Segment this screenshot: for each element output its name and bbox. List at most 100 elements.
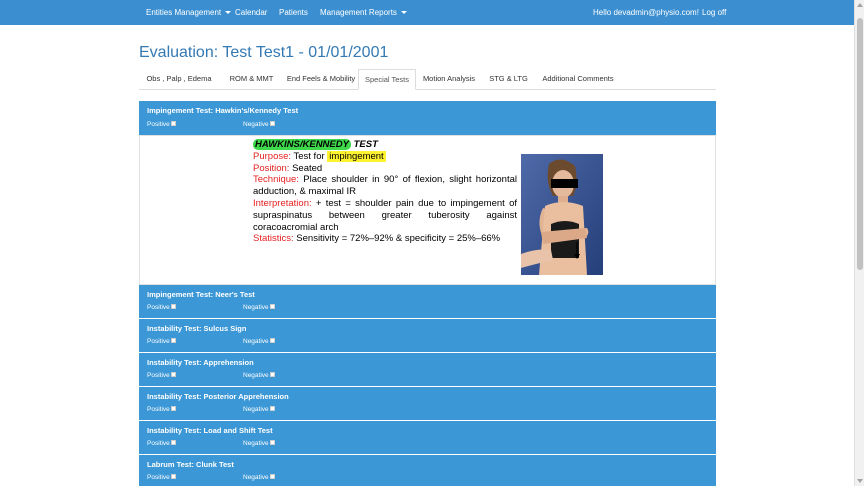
negative-checkbox[interactable] bbox=[269, 338, 275, 343]
positive-label: Positive bbox=[147, 304, 170, 311]
test-panel-clunk: Labrum Test: Clunk Test Positive Negativ… bbox=[139, 455, 716, 486]
negative-option: Negative bbox=[243, 474, 275, 481]
chevron-down-icon bbox=[400, 11, 407, 15]
card-purpose: Purpose: Test for impingement bbox=[253, 150, 517, 163]
negative-label: Negative bbox=[243, 440, 269, 447]
negative-option: Negative bbox=[243, 440, 275, 447]
negative-label: Negative bbox=[243, 474, 269, 481]
evaluation-tabs: Obs , Palp , Edema ROM & MMT End Feels &… bbox=[139, 69, 716, 90]
negative-checkbox[interactable] bbox=[269, 406, 275, 411]
card-statistics: Statistics: Sensitivity = 72%–92% & spec… bbox=[253, 233, 517, 245]
positive-option: Positive bbox=[147, 474, 176, 481]
tab-obs-palp-edema[interactable]: Obs , Palp , Edema bbox=[139, 69, 219, 90]
nav-entities-management[interactable]: Entities Management bbox=[146, 0, 232, 25]
negative-checkbox[interactable] bbox=[269, 121, 275, 126]
negative-checkbox[interactable] bbox=[269, 372, 275, 377]
test-panel-posterior-apprehension: Instability Test: Posterior Apprehension… bbox=[139, 387, 716, 420]
test-title: Impingement Test: Hawkin's/Kennedy Test bbox=[147, 106, 299, 115]
test-title: Instability Test: Apprehension bbox=[147, 358, 254, 367]
top-navbar: Entities Management Calendar Patients Ma… bbox=[0, 0, 854, 25]
test-title: Labrum Test: Clunk Test bbox=[147, 460, 234, 469]
positive-checkbox[interactable] bbox=[170, 372, 176, 377]
card-title-highlight: HAWKINS/KENNEDY bbox=[253, 139, 351, 150]
scroll-down-arrow-icon[interactable] bbox=[857, 479, 863, 483]
position-text: Seated bbox=[292, 162, 323, 174]
card-title-rest: TEST bbox=[353, 139, 378, 150]
negative-label: Negative bbox=[243, 121, 269, 128]
negative-label: Negative bbox=[243, 372, 269, 379]
negative-label: Negative bbox=[243, 406, 269, 413]
negative-option: Negative bbox=[243, 372, 275, 379]
user-greeting-link[interactable]: Hello devadmin@physio.com! bbox=[593, 0, 699, 25]
logout-link[interactable]: Log off bbox=[702, 0, 726, 25]
negative-checkbox[interactable] bbox=[269, 474, 275, 479]
tab-motion-analysis[interactable]: Motion Analysis bbox=[416, 69, 482, 90]
positive-option: Positive bbox=[147, 372, 176, 379]
positive-checkbox[interactable] bbox=[170, 304, 176, 309]
test-panel-sulcus-sign: Instability Test: Sulcus Sign Positive N… bbox=[139, 319, 716, 352]
positive-label: Positive bbox=[147, 406, 170, 413]
scroll-up-arrow-icon[interactable] bbox=[857, 3, 863, 7]
tab-stg-ltg[interactable]: STG & LTG bbox=[482, 69, 535, 90]
nav-patients[interactable]: Patients bbox=[279, 0, 308, 25]
test-panel-apprehension: Instability Test: Apprehension Positive … bbox=[139, 353, 716, 386]
positive-label: Positive bbox=[147, 372, 170, 379]
positive-label: Positive bbox=[147, 338, 170, 345]
test-panel-neers: Impingement Test: Neer's Test Positive N… bbox=[139, 285, 716, 318]
nav-management-reports-label: Management Reports bbox=[320, 8, 397, 17]
positive-option: Positive bbox=[147, 338, 176, 345]
negative-option: Negative bbox=[243, 121, 275, 128]
test-demonstration-photo bbox=[521, 154, 603, 275]
scrollbar-thumb[interactable] bbox=[857, 18, 863, 270]
tab-special-tests[interactable]: Special Tests bbox=[358, 69, 416, 90]
negative-option: Negative bbox=[243, 304, 275, 311]
test-description-card: HAWKINS/KENNEDY TEST Purpose: Test for i… bbox=[253, 139, 517, 245]
positive-label: Positive bbox=[147, 121, 170, 128]
page-title: Evaluation: Test Test1 - 01/01/2001 bbox=[139, 44, 389, 61]
negative-checkbox[interactable] bbox=[269, 304, 275, 309]
positive-checkbox[interactable] bbox=[170, 121, 176, 126]
card-position: Position: Seated bbox=[253, 163, 517, 175]
position-label: Position: bbox=[253, 162, 290, 174]
test-panel-hawkins-kennedy: Impingement Test: Hawkin's/Kennedy Test … bbox=[139, 101, 716, 135]
negative-label: Negative bbox=[243, 304, 269, 311]
positive-checkbox[interactable] bbox=[170, 338, 176, 343]
statistics-label: Statistics: bbox=[253, 233, 294, 245]
negative-option: Negative bbox=[243, 338, 275, 345]
positive-checkbox[interactable] bbox=[170, 406, 176, 411]
tab-rom-mmt[interactable]: ROM & MMT bbox=[219, 69, 284, 90]
positive-option: Positive bbox=[147, 121, 176, 128]
test-title: Instability Test: Posterior Apprehension bbox=[147, 392, 289, 401]
negative-label: Negative bbox=[243, 338, 269, 345]
test-title: Instability Test: Load and Shift Test bbox=[147, 426, 273, 435]
negative-checkbox[interactable] bbox=[269, 440, 275, 445]
nav-management-reports[interactable]: Management Reports bbox=[320, 0, 407, 25]
positive-checkbox[interactable] bbox=[170, 474, 176, 479]
card-interpretation: Interpretation: + test = shoulder pain d… bbox=[253, 198, 517, 233]
nav-calendar[interactable]: Calendar bbox=[235, 0, 267, 25]
nav-entities-management-label: Entities Management bbox=[146, 8, 222, 17]
test-title: Instability Test: Sulcus Sign bbox=[147, 324, 247, 333]
tab-end-feels-mobility[interactable]: End Feels & Mobility bbox=[284, 69, 358, 90]
photo-illustration bbox=[521, 154, 603, 275]
positive-label: Positive bbox=[147, 474, 170, 481]
statistics-text: Sensitivity = 72%–92% & specificity = 25… bbox=[296, 233, 501, 245]
card-technique: Technique: Place shoulder in 90° of flex… bbox=[253, 174, 517, 198]
positive-checkbox[interactable] bbox=[170, 440, 176, 445]
card-title: HAWKINS/KENNEDY TEST bbox=[253, 139, 517, 151]
positive-option: Positive bbox=[147, 440, 176, 447]
positive-option: Positive bbox=[147, 304, 176, 311]
page-scrollbar[interactable] bbox=[854, 0, 864, 486]
positive-label: Positive bbox=[147, 440, 170, 447]
positive-option: Positive bbox=[147, 406, 176, 413]
interpretation-label: Interpretation: bbox=[253, 197, 312, 209]
technique-label: Technique: bbox=[253, 174, 299, 186]
tab-additional-comments[interactable]: Additional Comments bbox=[535, 69, 621, 90]
test-reference-image: HAWKINS/KENNEDY TEST Purpose: Test for i… bbox=[139, 135, 716, 285]
purpose-text: Test for bbox=[293, 150, 325, 162]
test-panel-load-and-shift: Instability Test: Load and Shift Test Po… bbox=[139, 421, 716, 454]
chevron-down-icon bbox=[225, 11, 232, 15]
purpose-label: Purpose: bbox=[253, 150, 292, 162]
purpose-highlight: impingement bbox=[327, 150, 386, 162]
negative-option: Negative bbox=[243, 406, 275, 413]
